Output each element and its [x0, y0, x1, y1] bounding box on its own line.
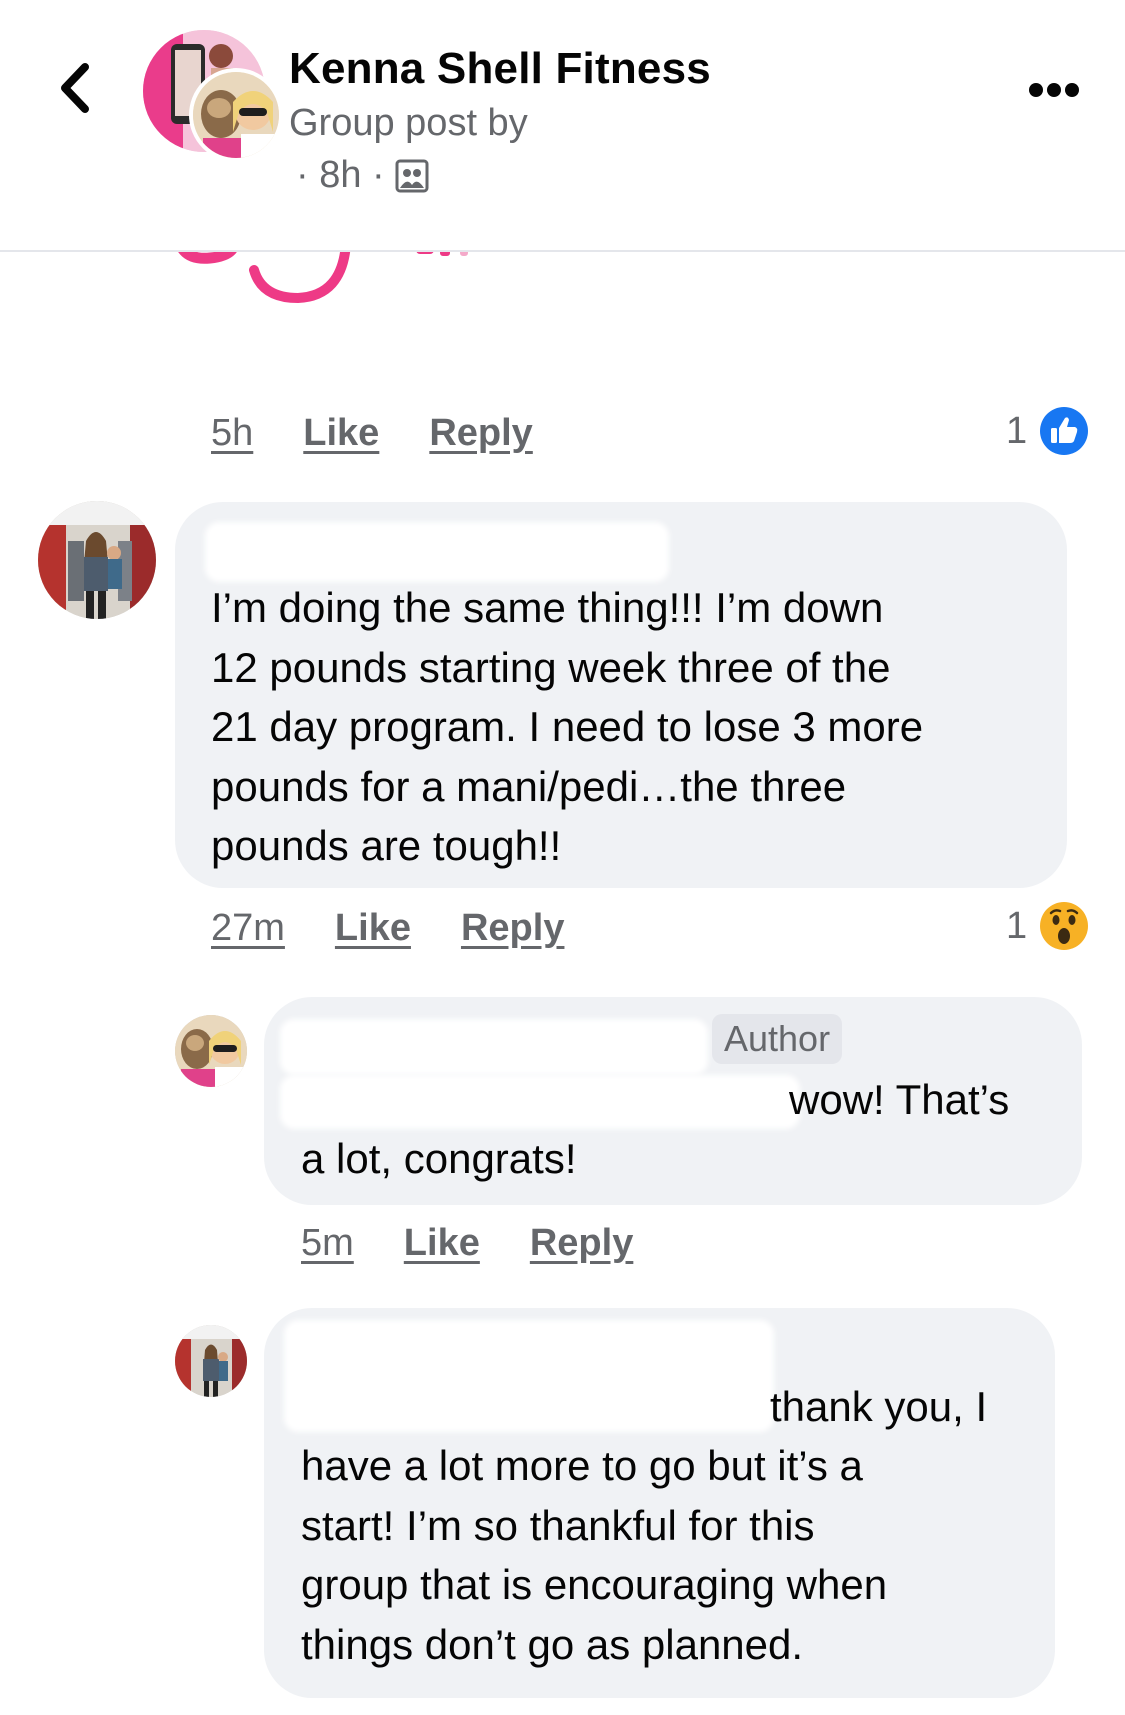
- like-button[interactable]: Like: [404, 1222, 480, 1265]
- comment-time[interactable]: 5h: [211, 412, 253, 455]
- redacted-mention: [280, 1075, 800, 1129]
- post-by-label: Group post by: [289, 102, 528, 144]
- comment-time[interactable]: 5m: [301, 1222, 354, 1265]
- comment-text-end: thank you, I: [770, 1383, 988, 1430]
- back-button[interactable]: [44, 58, 104, 118]
- reaction-summary[interactable]: 1: [1006, 406, 1089, 456]
- reply-bubble: Author wow! That’s a lot, congrats!: [264, 997, 1082, 1205]
- comment-text-end: wow! That’s: [789, 1076, 1010, 1123]
- redacted-name: [280, 1019, 708, 1075]
- author-avatar[interactable]: [175, 1015, 247, 1087]
- comment-time[interactable]: 27m: [211, 907, 285, 950]
- more-options-button[interactable]: [1024, 70, 1084, 110]
- members-icon: [395, 159, 429, 192]
- comment-actions: 5h Like Reply: [211, 412, 583, 455]
- wow-icon: [1040, 902, 1089, 950]
- reply-button[interactable]: Reply: [530, 1222, 633, 1265]
- post-header: Kenna Shell Fitness Group post by · 8h ·: [0, 0, 1125, 252]
- reply-button[interactable]: Reply: [461, 907, 564, 950]
- author-avatar[interactable]: [189, 68, 283, 162]
- reaction-count: 1: [1006, 409, 1028, 452]
- redacted-name: [205, 522, 669, 582]
- post-meta: · 8h ·: [296, 154, 429, 197]
- reply-button[interactable]: Reply: [429, 412, 532, 455]
- commenter-avatar[interactable]: [38, 501, 156, 619]
- comment-text: a lot, congrats!: [301, 1135, 577, 1182]
- comment-text: I’m doing the same thing!!! I’m down 12 …: [211, 584, 924, 869]
- comment-text: have a lot more to go but it’s a start! …: [301, 1442, 888, 1668]
- group-name[interactable]: Kenna Shell Fitness: [289, 44, 711, 94]
- reaction-count: 1: [1006, 904, 1028, 947]
- more-horizontal-icon: [1029, 83, 1079, 97]
- like-button[interactable]: Like: [335, 907, 411, 950]
- commenter-avatar[interactable]: [175, 1325, 247, 1397]
- reaction-summary[interactable]: 1: [1006, 901, 1089, 951]
- redacted-name: [284, 1320, 774, 1432]
- thumbs-up-icon: [1040, 407, 1089, 455]
- comment-bubble: I’m doing the same thing!!! I’m down 12 …: [175, 502, 1067, 888]
- reply-bubble: thank you, I have a lot more to go but i…: [264, 1308, 1055, 1698]
- author-badge: Author: [712, 1014, 843, 1064]
- chevron-left-icon: [61, 63, 89, 113]
- comment-actions: 27m Like Reply: [211, 907, 614, 950]
- comment-actions: 5m Like Reply: [301, 1222, 683, 1265]
- post-time: · 8h ·: [296, 154, 385, 196]
- like-button[interactable]: Like: [303, 412, 379, 455]
